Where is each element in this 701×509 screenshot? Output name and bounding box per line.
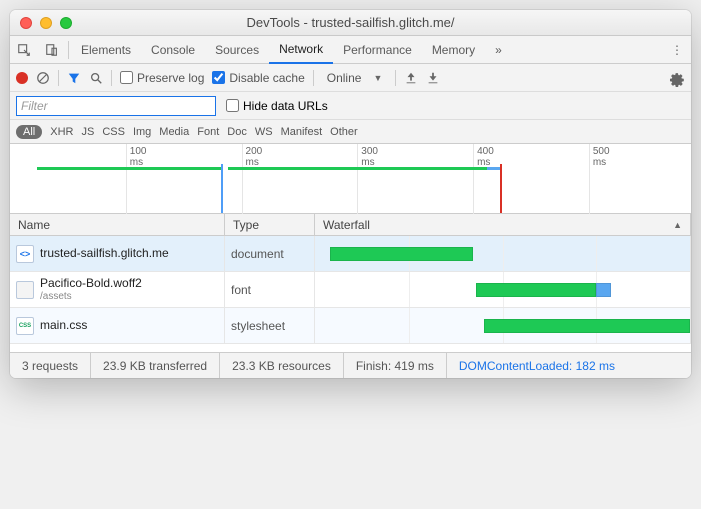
status-requests: 3 requests: [10, 353, 91, 378]
network-toolbar: Preserve log Disable cache Online ▼: [10, 64, 691, 92]
waterfall-cell: [315, 272, 691, 307]
tab-network[interactable]: Network: [269, 37, 333, 64]
type-other[interactable]: Other: [330, 126, 358, 138]
filter-bar: Hide data URLs: [10, 92, 691, 120]
resource-type-filters: All XHR JS CSS Img Media Font Doc WS Man…: [10, 120, 691, 144]
record-button[interactable]: [16, 72, 28, 84]
request-type: font: [225, 272, 315, 307]
type-xhr[interactable]: XHR: [50, 126, 73, 138]
table-header: Name Type Waterfall▲: [10, 214, 691, 236]
titlebar: DevTools - trusted-sailfish.glitch.me/: [10, 10, 691, 36]
status-dcl: DOMContentLoaded: 182 ms: [447, 353, 627, 378]
type-css[interactable]: CSS: [102, 126, 125, 138]
type-manifest[interactable]: Manifest: [281, 126, 323, 138]
document-icon: <>: [16, 245, 34, 263]
overview-timeline[interactable]: 100 ms 200 ms 300 ms 400 ms 500 ms: [10, 144, 691, 214]
request-name: main.css: [40, 318, 87, 332]
devtools-window: DevTools - trusted-sailfish.glitch.me/ E…: [10, 10, 691, 378]
maximize-window-button[interactable]: [60, 17, 72, 29]
chevron-down-icon: ▼: [373, 73, 382, 83]
col-waterfall[interactable]: Waterfall▲: [315, 214, 691, 235]
tab-console[interactable]: Console: [141, 36, 205, 63]
minimize-window-button[interactable]: [40, 17, 52, 29]
hide-data-urls-checkbox[interactable]: Hide data URLs: [226, 99, 328, 113]
type-img[interactable]: Img: [133, 126, 151, 138]
traffic-lights: [10, 17, 72, 29]
tabs-more[interactable]: »: [485, 36, 512, 63]
waterfall-cell: [315, 308, 691, 343]
type-doc[interactable]: Doc: [227, 126, 247, 138]
col-type[interactable]: Type: [225, 214, 315, 235]
sort-indicator-icon: ▲: [673, 220, 682, 230]
table-row[interactable]: Pacifico-Bold.woff2/assets font: [10, 272, 691, 308]
tab-performance[interactable]: Performance: [333, 36, 422, 63]
request-type: document: [225, 236, 315, 271]
upload-har-icon[interactable]: [404, 71, 418, 85]
filter-input[interactable]: [16, 96, 216, 116]
table-row[interactable]: <> trusted-sailfish.glitch.me document: [10, 236, 691, 272]
kebab-menu-icon[interactable]: ⋮: [663, 43, 691, 57]
request-name: Pacifico-Bold.woff2: [40, 276, 142, 290]
status-resources: 23.3 KB resources: [220, 353, 344, 378]
load-marker: [500, 164, 502, 213]
status-finish: Finish: 419 ms: [344, 353, 447, 378]
status-bar: 3 requests 23.9 KB transferred 23.3 KB r…: [10, 352, 691, 378]
request-path: /assets: [40, 291, 142, 303]
preserve-log-checkbox[interactable]: Preserve log: [120, 71, 204, 85]
type-js[interactable]: JS: [81, 126, 94, 138]
type-media[interactable]: Media: [159, 126, 189, 138]
tab-elements[interactable]: Elements: [71, 36, 141, 63]
download-har-icon[interactable]: [426, 71, 440, 85]
type-all[interactable]: All: [16, 125, 42, 139]
settings-icon[interactable]: [667, 69, 685, 87]
type-font[interactable]: Font: [197, 126, 219, 138]
preserve-log-label: Preserve log: [137, 71, 204, 85]
css-icon: CSS: [16, 317, 34, 335]
filter-icon[interactable]: [67, 71, 81, 85]
throttling-select[interactable]: Online ▼: [322, 69, 388, 87]
tab-memory[interactable]: Memory: [422, 36, 485, 63]
status-transferred: 23.9 KB transferred: [91, 353, 220, 378]
type-ws[interactable]: WS: [255, 126, 273, 138]
window-title: DevTools - trusted-sailfish.glitch.me/: [10, 15, 691, 30]
table-row[interactable]: CSS main.css stylesheet: [10, 308, 691, 344]
inspect-icon[interactable]: [10, 43, 38, 57]
request-type: stylesheet: [225, 308, 315, 343]
request-name: trusted-sailfish.glitch.me: [40, 246, 169, 260]
search-icon[interactable]: [89, 71, 103, 85]
clear-icon[interactable]: [36, 71, 50, 85]
disable-cache-checkbox[interactable]: Disable cache: [212, 71, 304, 85]
file-icon: [16, 281, 34, 299]
close-window-button[interactable]: [20, 17, 32, 29]
waterfall-cell: [315, 236, 691, 271]
disable-cache-label: Disable cache: [229, 71, 304, 85]
panel-tabs: Elements Console Sources Network Perform…: [10, 36, 691, 64]
col-name[interactable]: Name: [10, 214, 225, 235]
dcl-marker: [221, 164, 223, 213]
throttling-label: Online: [327, 71, 362, 85]
device-toggle-icon[interactable]: [38, 43, 66, 57]
tab-sources[interactable]: Sources: [205, 36, 269, 63]
hide-data-urls-label: Hide data URLs: [243, 99, 328, 113]
